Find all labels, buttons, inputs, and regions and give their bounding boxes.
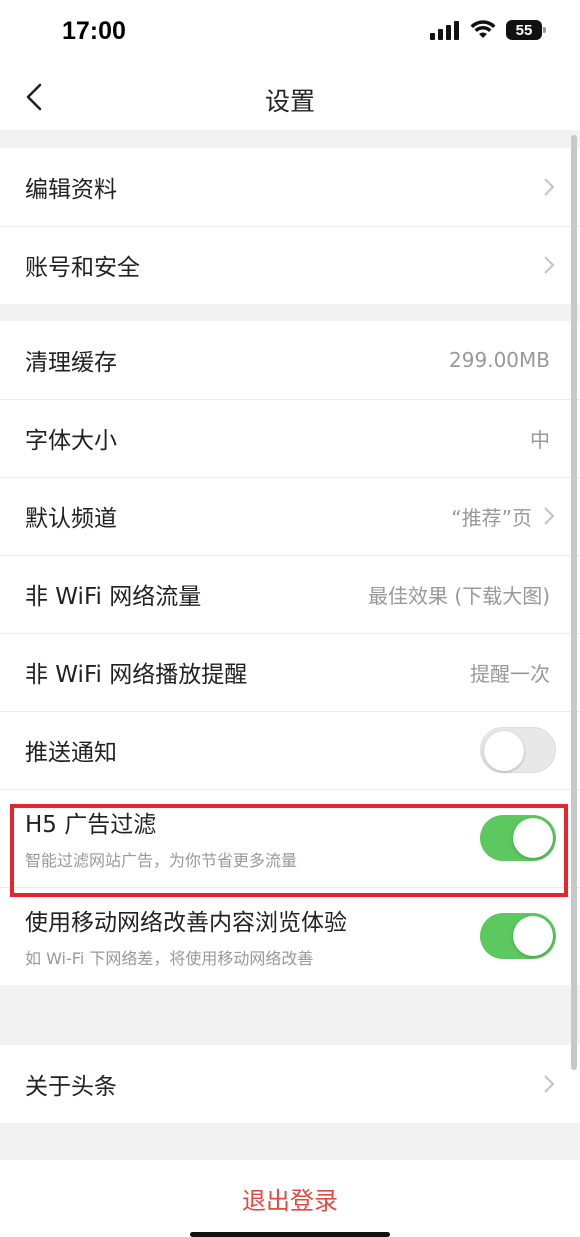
row-default-channel[interactable]: 默认频道 “推荐”页	[0, 477, 580, 555]
row-label: 推送通知	[25, 740, 117, 766]
battery-icon: 55	[506, 20, 546, 40]
h5-ad-filter-toggle[interactable]	[480, 815, 556, 861]
settings-group-about: 关于头条	[0, 1045, 580, 1123]
scrollbar[interactable]	[571, 135, 577, 1070]
row-text: 使用移动网络改善内容浏览体验 如 Wi-Fi 下网络差，将使用移动网络改善	[25, 903, 480, 969]
row-description: 如 Wi-Fi 下网络差，将使用移动网络改善	[25, 949, 314, 968]
row-push-notification: 推送通知	[0, 711, 580, 789]
chevron-right-icon	[544, 178, 555, 196]
row-mobile-network-improve: 使用移动网络改善内容浏览体验 如 Wi-Fi 下网络差，将使用移动网络改善	[0, 887, 580, 985]
home-indicator	[190, 1232, 390, 1237]
row-description: 智能过滤网站广告，为你节省更多流量	[25, 851, 298, 870]
toggle-knob	[484, 731, 524, 771]
status-bar: 17:00 55	[0, 0, 580, 64]
non-wifi-traffic-value: 最佳效果 (下载大图)	[368, 583, 550, 608]
chevron-right-icon	[544, 256, 555, 274]
status-time: 17:00	[62, 17, 126, 45]
row-label: 编辑资料	[25, 177, 117, 203]
cellular-signal-icon	[430, 21, 459, 40]
cache-size-value: 299.00MB	[449, 348, 550, 372]
row-clear-cache[interactable]: 清理缓存 299.00MB	[0, 321, 580, 399]
row-non-wifi-traffic[interactable]: 非 WiFi 网络流量 最佳效果 (下载大图)	[0, 555, 580, 633]
logout-button[interactable]: 退出登录	[0, 1160, 580, 1237]
non-wifi-playback-value: 提醒一次	[470, 661, 550, 686]
row-font-size[interactable]: 字体大小 中	[0, 399, 580, 477]
row-edit-profile[interactable]: 编辑资料	[0, 148, 580, 226]
row-label: 账号和安全	[25, 255, 140, 281]
nav-bar: 设置	[0, 64, 580, 130]
mobile-network-toggle[interactable]	[480, 913, 556, 959]
row-label: 默认频道	[25, 506, 117, 532]
row-non-wifi-playback[interactable]: 非 WiFi 网络播放提醒 提醒一次	[0, 633, 580, 711]
push-notification-toggle[interactable]	[480, 727, 556, 773]
toggle-knob	[513, 916, 553, 956]
chevron-right-icon	[544, 507, 555, 525]
default-channel-value: “推荐”页	[451, 505, 532, 530]
row-about[interactable]: 关于头条	[0, 1045, 580, 1123]
row-label: 使用移动网络改善内容浏览体验	[25, 910, 347, 936]
row-label: 非 WiFi 网络流量	[25, 584, 202, 610]
page-title: 设置	[264, 87, 315, 116]
row-label: 字体大小	[25, 428, 117, 454]
row-text: H5 广告过滤 智能过滤网站广告，为你节省更多流量	[25, 805, 480, 871]
font-size-value: 中	[530, 427, 550, 452]
row-account-security[interactable]: 账号和安全	[0, 226, 580, 304]
logout-label: 退出登录	[242, 1187, 338, 1215]
row-label: H5 广告过滤	[25, 812, 157, 838]
chevron-right-icon	[544, 1075, 555, 1093]
battery-level: 55	[515, 21, 533, 39]
settings-group-general: 清理缓存 299.00MB 字体大小 中 默认频道 “推荐”页 非 WiFi 网…	[0, 321, 580, 985]
status-icons: 55	[430, 20, 546, 40]
row-label: 关于头条	[25, 1074, 117, 1100]
toggle-knob	[513, 818, 553, 858]
settings-group-profile: 编辑资料 账号和安全	[0, 148, 580, 304]
wifi-icon	[470, 20, 496, 38]
row-label: 清理缓存	[25, 350, 117, 376]
row-label: 非 WiFi 网络播放提醒	[25, 662, 248, 688]
row-h5-ad-filter: H5 广告过滤 智能过滤网站广告，为你节省更多流量	[0, 789, 580, 887]
